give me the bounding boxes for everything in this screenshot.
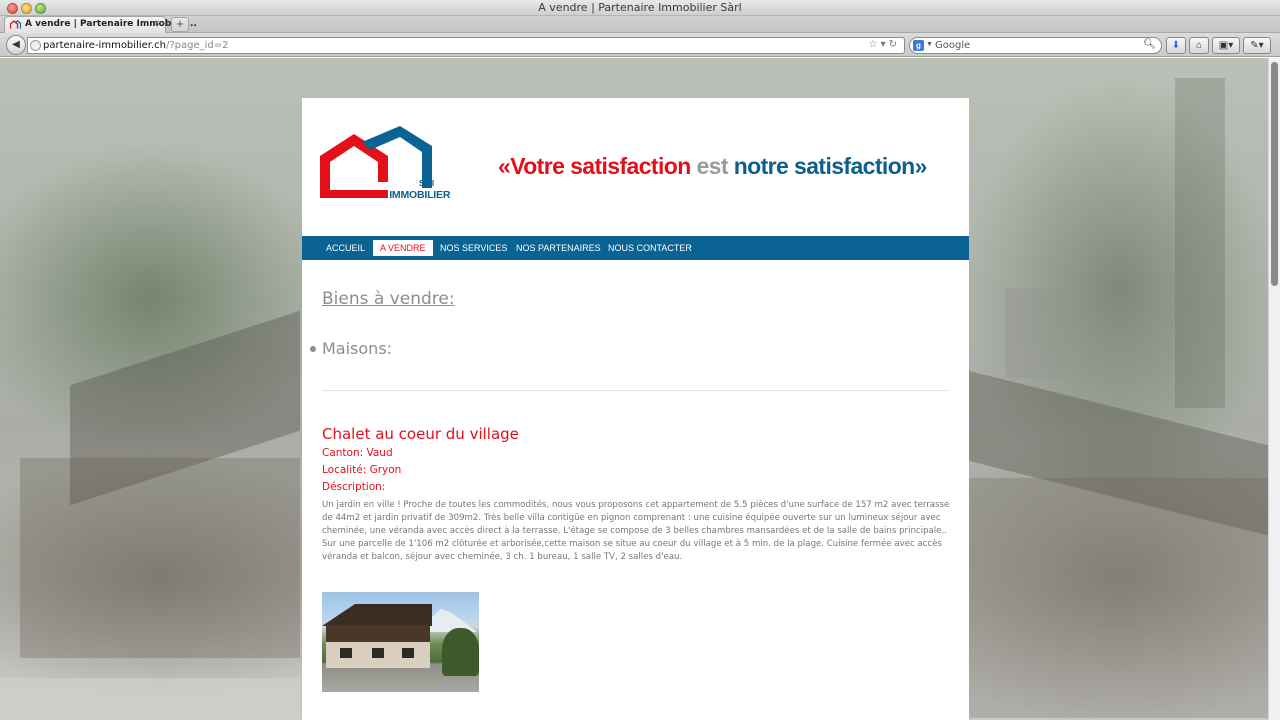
property-canton: Canton: Vaud <box>322 447 393 459</box>
extension-button-1[interactable]: ▣▾ <box>1212 37 1240 54</box>
back-button[interactable]: ◀ <box>6 35 26 55</box>
subsection-title: Maisons: <box>322 339 393 358</box>
home-icon: ⌂ <box>1195 40 1203 51</box>
url-path: /?page_id=2 <box>165 40 229 51</box>
vertical-scrollbar[interactable] <box>1268 58 1280 720</box>
menu-item-accueil[interactable]: ACCUEIL <box>319 240 372 256</box>
engine-dropdown-icon[interactable]: ▼ <box>926 41 933 48</box>
search-input[interactable]: Google <box>935 40 970 51</box>
slogan: «Votre satisfaction est notre satisfacti… <box>498 153 927 180</box>
downloads-button[interactable]: ⬇ <box>1166 37 1186 54</box>
extension-button-2[interactable]: ✎▾ <box>1243 37 1271 54</box>
back-arrow-icon: ◀ <box>12 39 20 50</box>
photo-window <box>402 648 414 658</box>
photo-window <box>340 648 352 658</box>
tab-close-icon[interactable]: × <box>154 18 160 29</box>
background-chimney <box>1005 288 1065 378</box>
background-chalet <box>20 458 300 658</box>
new-tab-button[interactable]: + <box>171 17 189 32</box>
logo-sarl: Sàrl <box>419 179 435 188</box>
scrollbar-thumb[interactable] <box>1271 62 1278 286</box>
site-favicon-icon <box>10 20 21 29</box>
google-engine-icon[interactable]: g <box>913 40 924 51</box>
menu-item-nos-partenaires[interactable]: NOS PARTENAIRES <box>509 240 608 256</box>
photo-chalet-wood <box>326 625 430 643</box>
property-description-label: Déscription: <box>322 481 386 493</box>
background-road <box>0 678 300 720</box>
background-restaurant <box>968 478 1268 718</box>
magnifier-icon[interactable]: 🔍︎ <box>1143 39 1156 50</box>
slogan-part-1: «Votre satisfaction <box>498 153 691 179</box>
slogan-part-2: est <box>690 153 734 179</box>
url-actions: ☆▾↻ <box>869 39 900 50</box>
logo-text: PARTENAIRE IMMOBILIER <box>321 189 450 201</box>
photo-tree <box>442 628 479 676</box>
divider <box>322 390 949 391</box>
address-bar[interactable]: partenaire-immobilier.ch/?page_id=2 ☆▾↻ <box>27 37 905 54</box>
photo-chalet-roof <box>322 604 432 626</box>
property-title: Chalet au coeur du village <box>322 425 519 443</box>
window-titlebar: A vendre | Partenaire Immobilier Sàrl <box>0 0 1280 16</box>
tab-bar: A vendre | Partenaire Immobilie... × + <box>0 16 1280 33</box>
download-arrow-icon: ⬇ <box>1171 40 1181 51</box>
slogan-part-3: notre satisfaction» <box>733 153 928 179</box>
logo-text-partenaire: PARTENAIRE <box>321 189 387 201</box>
globe-icon <box>30 40 41 51</box>
section-title: Biens à vendre: <box>322 289 455 309</box>
window-grid-icon: ▣▾ <box>1218 40 1234 51</box>
history-dropdown-icon[interactable]: ▾ <box>881 39 889 50</box>
window-title: A vendre | Partenaire Immobilier Sàrl <box>538 1 742 14</box>
reload-icon[interactable]: ↻ <box>889 39 900 50</box>
property-description: Un jardin en ville ! Proche de toutes le… <box>322 500 950 562</box>
menu-item-nos-services[interactable]: NOS SERVICES <box>433 240 514 256</box>
property-photo[interactable] <box>322 592 479 692</box>
menu-item-nous-contacter[interactable]: NOUS CONTACTER <box>601 240 699 256</box>
home-button[interactable]: ⌂ <box>1189 37 1209 54</box>
url-text[interactable]: partenaire-immobilier.ch/?page_id=2 <box>43 40 229 51</box>
logo-text-immobilier: IMMOBILIER <box>386 189 451 201</box>
background-tree <box>1175 78 1225 408</box>
navigation-toolbar: ◀ partenaire-immobilier.ch/?page_id=2 ☆▾… <box>0 33 1280 57</box>
page-container: Sàrl PARTENAIRE IMMOBILIER «Votre satisf… <box>302 98 969 720</box>
tools-icon: ✎▾ <box>1250 40 1264 51</box>
main-menu: ACCUEIL A VENDRE NOS SERVICES NOS PARTEN… <box>302 236 969 260</box>
url-host: partenaire-immobilier.ch <box>43 40 166 51</box>
tab-a-vendre[interactable]: A vendre | Partenaire Immobilie... × <box>4 16 197 33</box>
bookmark-star-icon[interactable]: ☆ <box>869 39 881 50</box>
search-bar[interactable]: g ▼ Google 🔍︎ <box>909 37 1162 54</box>
bullet-icon <box>310 346 316 352</box>
menu-item-a-vendre[interactable]: A VENDRE <box>373 240 433 256</box>
photo-window <box>372 648 384 658</box>
property-localite: Localité: Gryon <box>322 464 402 476</box>
